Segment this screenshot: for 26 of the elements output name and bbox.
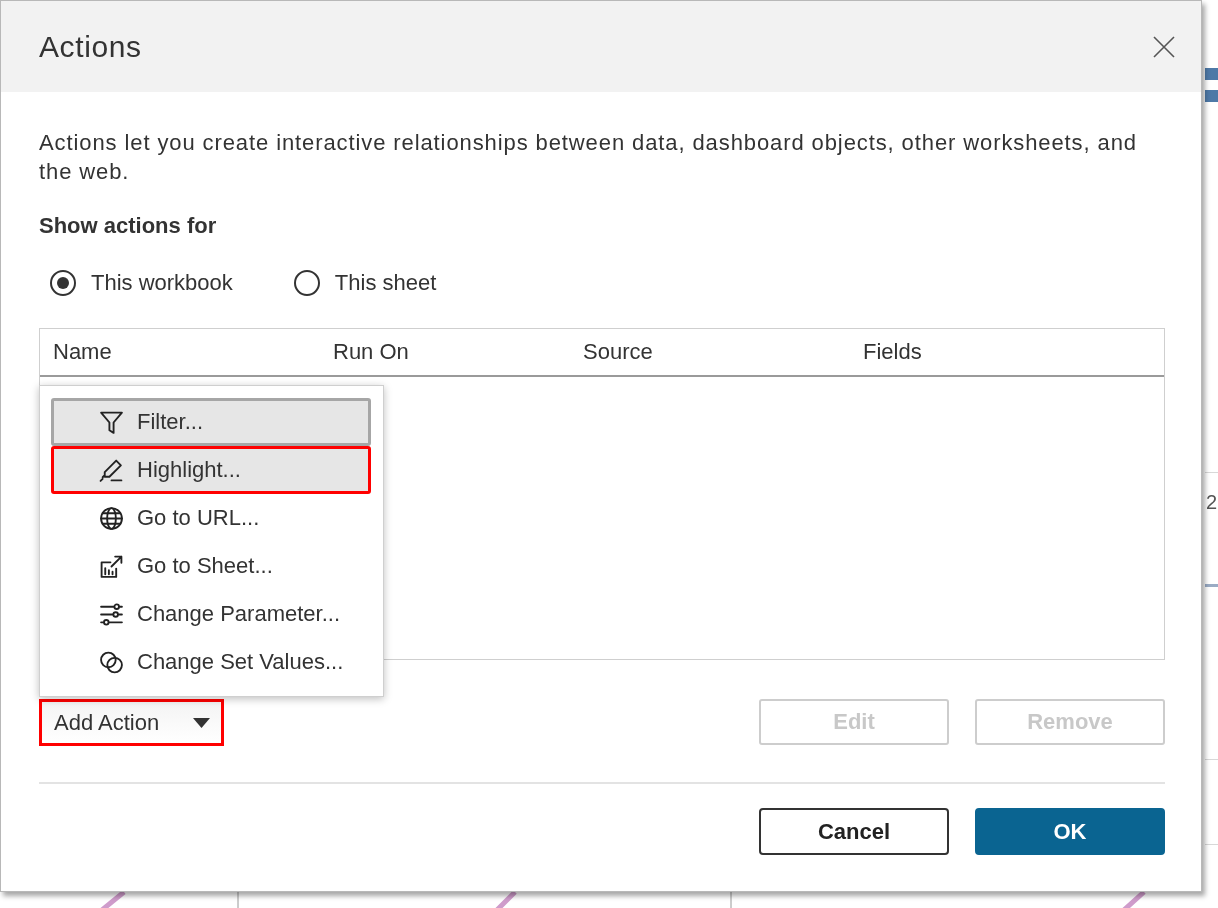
radio-label: This sheet (334, 270, 437, 296)
radio-button[interactable] (293, 270, 320, 296)
chart-export-icon (99, 553, 124, 579)
radio-label: This workbook (91, 270, 233, 296)
description-text: Actions let you create interactive relationships between data, dashboard objects, other worksheets, and the web. (39, 129, 1138, 186)
cancel-button[interactable]: Cancel (759, 808, 949, 855)
dialog-title: Actions (39, 29, 142, 64)
column-header: Fields (863, 339, 922, 365)
axis-label: 2 (1206, 490, 1218, 514)
pencil-icon (99, 457, 124, 483)
menu-item[interactable]: Highlight... (51, 446, 371, 494)
sliders-icon (99, 601, 124, 627)
column-header: Source (583, 339, 653, 365)
section-label: Show actions for (39, 212, 218, 240)
funnel-icon (99, 409, 124, 435)
globe-icon (99, 505, 124, 531)
column-header: Run On (333, 339, 409, 365)
overlapping-circles-icon (99, 649, 124, 675)
close-icon (1152, 34, 1176, 59)
caret-icon (193, 717, 210, 728)
radio-button[interactable] (50, 270, 76, 296)
column-header: Name (53, 339, 112, 365)
ok-button[interactable]: OK (975, 808, 1165, 855)
close-button[interactable] (1152, 34, 1176, 59)
add-action-button[interactable]: Add Action (39, 699, 224, 746)
menu-item[interactable]: Filter... (51, 398, 371, 446)
